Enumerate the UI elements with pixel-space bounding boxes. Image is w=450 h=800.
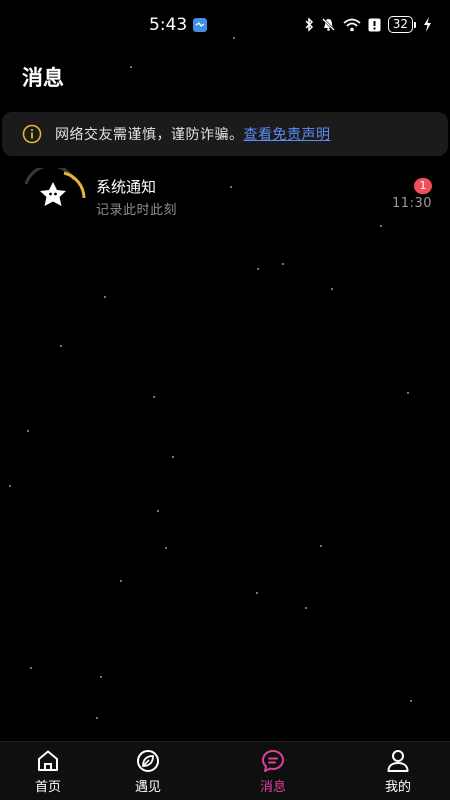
tab-label: 遇见 [134,780,161,795]
list-item-system-notice[interactable]: 系统通知 记录此时此刻 1 11:30 [0,164,450,224]
message-preview: 记录此时此刻 [96,203,178,218]
battery-level: 32 [387,16,413,33]
clock-group: 5:43 [149,15,208,35]
charging-icon [423,17,432,32]
profile-icon [387,750,409,772]
message-title: 系统通知 [96,178,157,196]
alert-icon [368,18,381,32]
status-bar: 5:43 32 [0,0,450,52]
nfc-icon [193,18,208,32]
page-title: 消息 [22,66,64,90]
leaf-icon [137,750,159,772]
home-icon [38,750,58,771]
chat-icon [262,750,284,772]
notice-text: 网络交友需谨慎，谨防诈骗。查看免责声明 [55,124,331,144]
disclaimer-link[interactable]: 查看免责声明 [244,127,331,143]
tab-label: 我的 [384,780,411,795]
notice-banner: 网络交友需谨慎，谨防诈骗。查看免责声明 [2,112,448,156]
unread-badge: 1 [414,178,432,194]
bottom-tab-bar: 首页 遇见 消息 我的 [0,741,450,800]
tab-home[interactable]: 首页 [18,748,78,795]
tab-messages[interactable]: 消息 [243,748,303,795]
status-time: 5:43 [149,15,188,35]
info-icon [22,124,42,144]
tab-meet[interactable]: 遇见 [118,748,178,795]
mute-icon [321,17,336,32]
message-time: 11:30 [392,196,432,211]
tab-label: 首页 [34,780,61,795]
wifi-icon [343,18,361,32]
tab-label: 消息 [259,780,286,795]
tab-profile[interactable]: 我的 [368,748,428,795]
bluetooth-icon [304,17,314,32]
notice-message: 网络交友需谨慎，谨防诈骗。 [55,127,244,143]
status-icons: 32 [304,16,432,33]
star-avatar-icon [24,168,86,206]
battery-icon: 32 [387,16,416,33]
